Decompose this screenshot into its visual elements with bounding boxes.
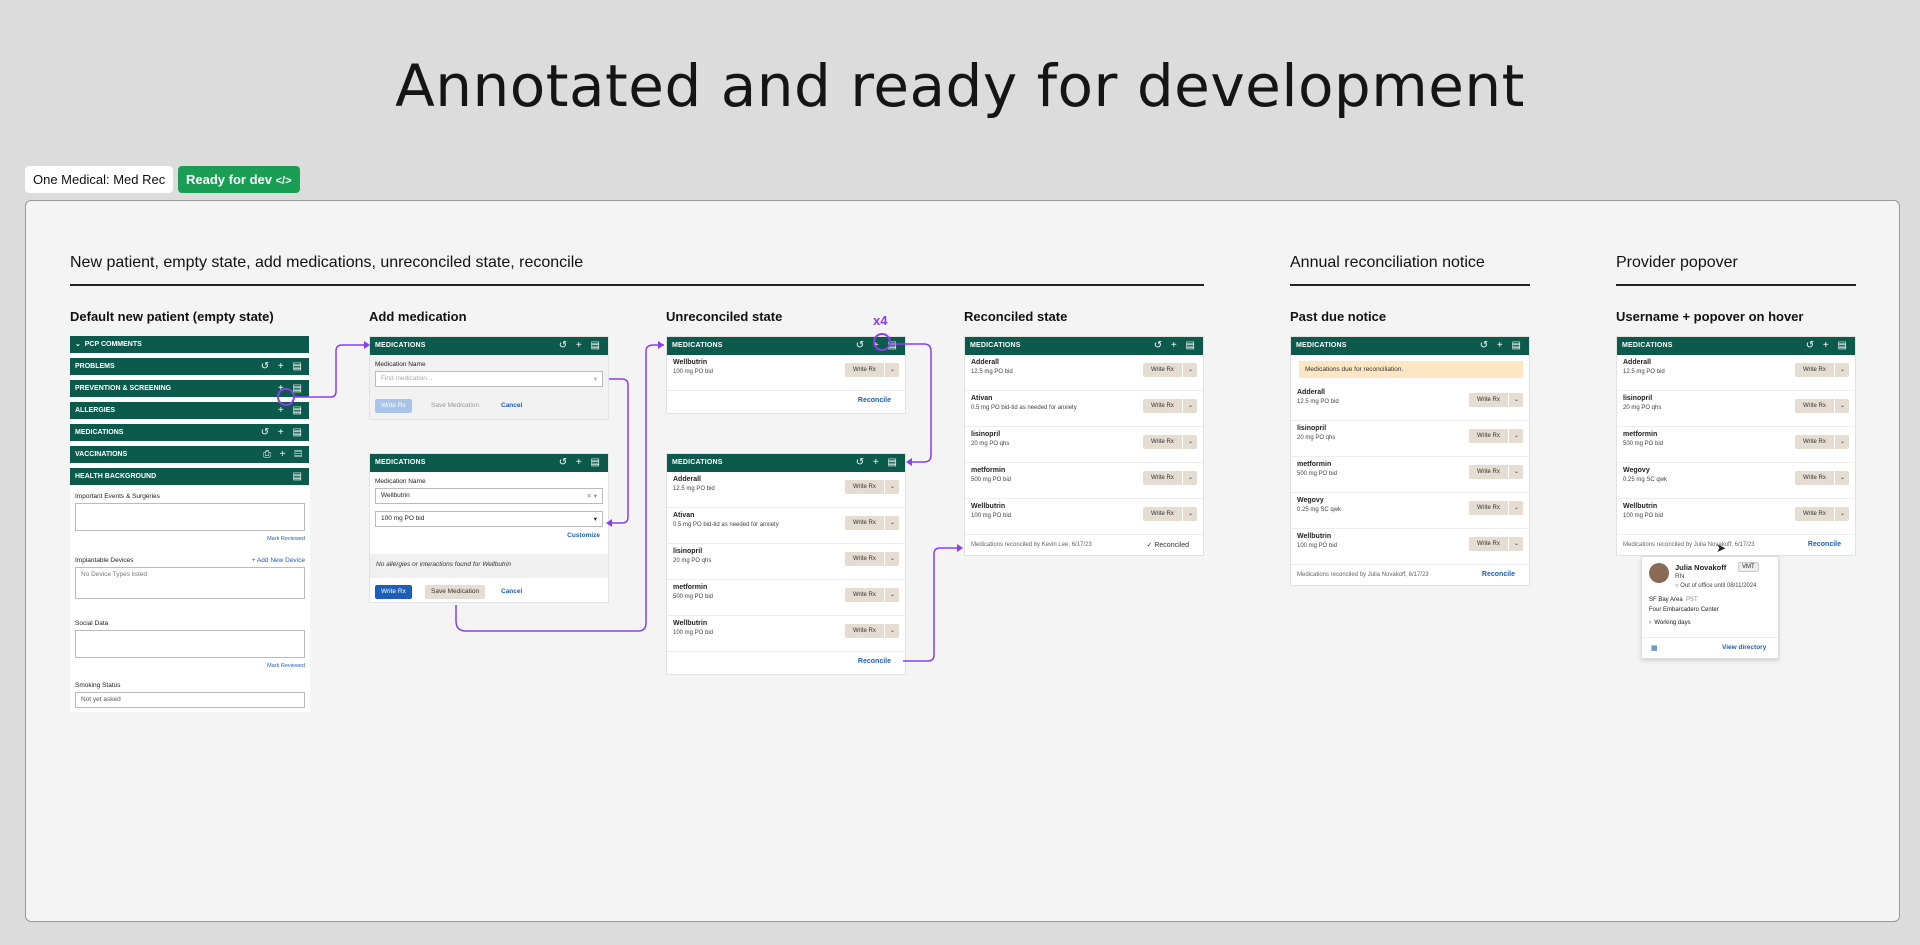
code-icon: </> xyxy=(275,175,292,187)
arrow-head xyxy=(906,458,912,466)
arrow-head xyxy=(364,341,370,349)
flow-arrows xyxy=(294,341,963,662)
flow-arrow xyxy=(294,344,364,398)
file-name-pill[interactable]: One Medical: Med Rec xyxy=(25,166,174,193)
page-headline: Annotated and ready for development xyxy=(395,52,1525,120)
flow-arrow xyxy=(891,343,932,463)
arrow-head xyxy=(658,341,664,349)
ready-for-dev-pill[interactable]: Ready for dev </> xyxy=(178,166,300,193)
arrow-head xyxy=(957,544,963,552)
arrow-head xyxy=(606,519,612,527)
design-board: New patient, empty state, add medication… xyxy=(25,200,1900,922)
flow-arrow xyxy=(455,344,664,632)
flow-arrow xyxy=(903,547,961,662)
ready-label: Ready for dev xyxy=(186,172,272,187)
flow-arrow xyxy=(609,378,629,524)
